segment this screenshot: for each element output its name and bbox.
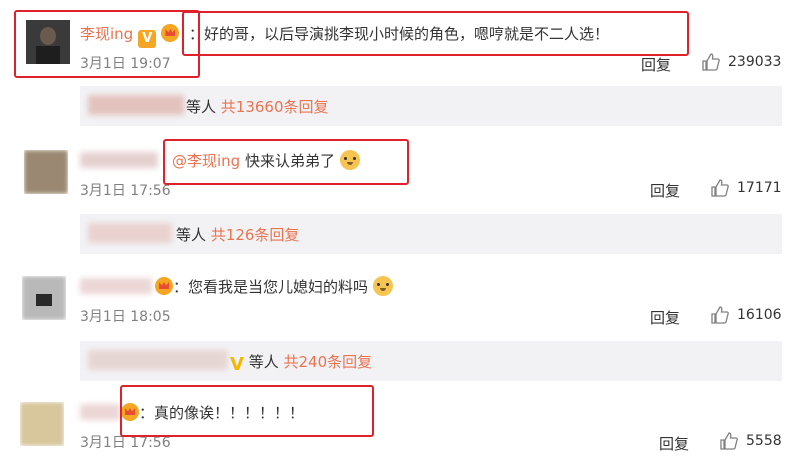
avatar-shape	[36, 294, 52, 306]
blurred-username	[80, 152, 158, 168]
highlight-box	[14, 10, 200, 78]
thumbs-up-icon[interactable]	[711, 179, 729, 197]
reply-button[interactable]: 回复	[641, 54, 671, 75]
blurred-username	[80, 278, 152, 294]
subreply-prefix: 等人	[176, 226, 207, 244]
like-count: 17171	[737, 180, 782, 196]
view-replies-link[interactable]: 共240条回复	[284, 353, 373, 371]
avatar[interactable]	[22, 276, 66, 320]
like-count: 239033	[728, 54, 782, 70]
blurred-username	[80, 404, 120, 420]
subreply-bar[interactable]: V 等人 共240条回复	[80, 341, 782, 381]
like-count: 5558	[746, 433, 782, 449]
reply-button[interactable]: 回复	[650, 180, 680, 201]
avatar[interactable]	[20, 402, 64, 446]
comment-text-body: ：您看我是当您儿媳妇的料吗	[173, 278, 369, 296]
comment-time[interactable]: 3月1日 17:56	[80, 180, 171, 200]
view-replies-link[interactable]: 共126条回复	[211, 226, 300, 244]
subreply-bar[interactable]: 等人 共126条回复	[80, 214, 782, 254]
subreply-summary: 等人 共13660条回复	[186, 96, 329, 117]
blurred-avatar-image	[20, 402, 64, 446]
subreply-summary: 等人 共126条回复	[176, 224, 299, 245]
subreply-prefix: 等人	[186, 98, 217, 116]
blurred-avatars	[88, 223, 172, 243]
highlight-box	[120, 385, 374, 437]
highlight-box	[182, 11, 689, 56]
comment-time[interactable]: 3月1日 18:05	[80, 306, 171, 326]
subreply-prefix: 等人	[248, 353, 279, 371]
comment-text: ：您看我是当您儿媳妇的料吗	[155, 276, 393, 297]
doge-emoji-icon	[372, 276, 393, 296]
blurred-avatar-image	[24, 150, 68, 194]
subreply-bar[interactable]: 等人 共13660条回复	[80, 86, 782, 126]
highlight-box	[163, 139, 409, 185]
blurred-avatars	[88, 350, 228, 370]
reply-button[interactable]: 回复	[650, 307, 680, 328]
reply-button[interactable]: 回复	[659, 433, 689, 454]
view-replies-link[interactable]: 共13660条回复	[221, 98, 329, 116]
thumbs-up-icon[interactable]	[702, 53, 720, 71]
verified-v-icon: V	[230, 354, 244, 375]
like-count: 16106	[737, 307, 782, 323]
avatar[interactable]	[24, 150, 68, 194]
subreply-summary: V 等人 共240条回复	[230, 351, 372, 374]
thumbs-up-icon[interactable]	[711, 306, 729, 324]
thumbs-up-icon[interactable]	[720, 432, 738, 450]
vip-crown-icon	[155, 277, 173, 295]
blurred-avatars	[88, 95, 184, 115]
